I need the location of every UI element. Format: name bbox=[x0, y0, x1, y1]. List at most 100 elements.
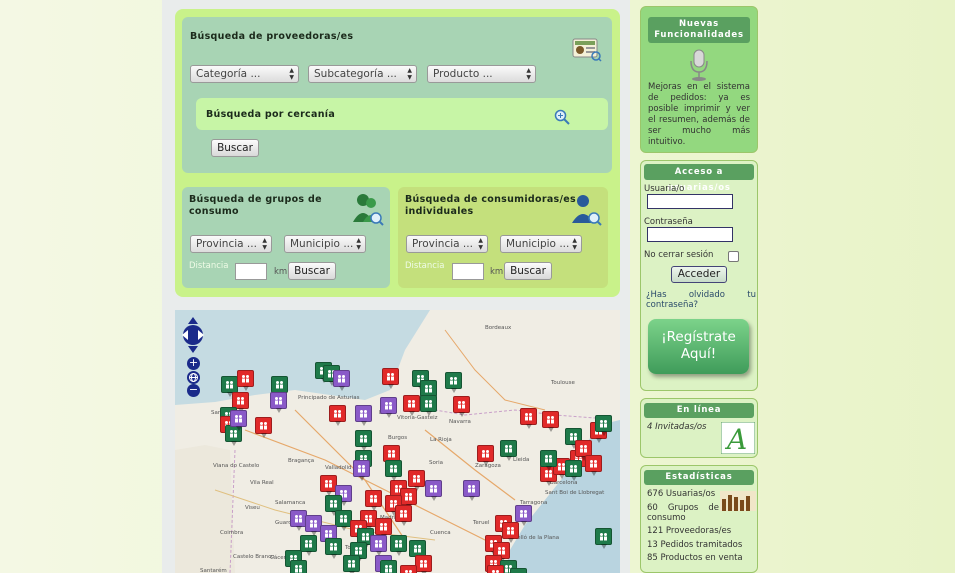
map-marker[interactable] bbox=[502, 522, 519, 543]
map-marker[interactable] bbox=[382, 368, 399, 389]
map-marker[interactable] bbox=[540, 450, 557, 471]
online-text: 4 Invitadas/os bbox=[647, 422, 707, 432]
map-place-label: Principado de Asturias bbox=[298, 395, 360, 401]
map-marker[interactable] bbox=[370, 535, 387, 556]
map-marker[interactable] bbox=[408, 470, 425, 491]
map-place-label: La Rioja bbox=[430, 437, 452, 443]
map-marker[interactable] bbox=[355, 430, 372, 451]
map-marker[interactable] bbox=[395, 505, 412, 526]
map-marker[interactable] bbox=[425, 480, 442, 501]
map-marker[interactable] bbox=[403, 395, 420, 416]
map-place-label: Bordeaux bbox=[485, 325, 512, 331]
map-place-label: Lleida bbox=[513, 457, 530, 463]
map-marker[interactable] bbox=[445, 372, 462, 393]
map-place-label: Santarém bbox=[200, 568, 227, 573]
zoom-search-icon[interactable] bbox=[554, 109, 570, 125]
map-place-label: Coimbra bbox=[220, 530, 244, 536]
stat-groups: 60 Grupos de consumo bbox=[647, 503, 719, 523]
category-select[interactable]: Categoría ... ▲ ▼ bbox=[190, 65, 299, 83]
map-marker[interactable] bbox=[221, 376, 238, 397]
map-marker[interactable] bbox=[380, 560, 397, 573]
groups-search-button[interactable]: Buscar bbox=[288, 262, 336, 280]
stats-chart-icon bbox=[720, 491, 756, 511]
map-marker[interactable] bbox=[380, 397, 397, 418]
map-marker[interactable] bbox=[237, 370, 254, 391]
map-marker[interactable] bbox=[595, 528, 612, 549]
map-marker[interactable] bbox=[271, 376, 288, 397]
map-marker[interactable] bbox=[375, 518, 392, 539]
online-logo-icon: A bbox=[720, 421, 756, 456]
map-marker[interactable] bbox=[325, 538, 342, 559]
providers-search-button[interactable]: Buscar bbox=[211, 139, 259, 157]
map-marker[interactable] bbox=[565, 460, 582, 481]
map-marker[interactable] bbox=[595, 415, 612, 436]
zoom-out-button[interactable]: − bbox=[187, 384, 200, 397]
map-marker[interactable] bbox=[329, 405, 346, 426]
login-button[interactable]: Acceder bbox=[671, 266, 727, 283]
map-marker[interactable] bbox=[415, 555, 432, 573]
zoom-in-button[interactable]: + bbox=[187, 357, 200, 370]
map-marker[interactable] bbox=[400, 488, 417, 509]
product-select[interactable]: Producto ... ▲ ▼ bbox=[427, 65, 536, 83]
map-place-label: Viseu bbox=[245, 505, 260, 511]
map-marker[interactable] bbox=[365, 490, 382, 511]
map-marker[interactable] bbox=[390, 535, 407, 556]
user-search-icon bbox=[570, 193, 602, 226]
map-pan-control[interactable] bbox=[181, 316, 205, 354]
stat-orders: 13 Pedidos tramitados bbox=[647, 540, 743, 550]
map-marker[interactable] bbox=[510, 568, 527, 573]
news-text: Mejoras en el sistema de pedidos: ya es … bbox=[648, 82, 750, 147]
groups-distance-input[interactable] bbox=[235, 263, 267, 280]
map-marker[interactable] bbox=[355, 405, 372, 426]
map-place-label: Cuenca bbox=[430, 530, 451, 536]
remember-checkbox[interactable] bbox=[728, 251, 739, 262]
stat-providers: 121 Proveedoras/es bbox=[647, 526, 732, 536]
map-marker[interactable] bbox=[343, 555, 360, 573]
password-input[interactable] bbox=[647, 227, 733, 242]
providers-icon bbox=[572, 38, 602, 62]
map-marker[interactable] bbox=[520, 408, 537, 429]
map-marker[interactable] bbox=[385, 460, 402, 481]
consumers-municipality-select[interactable]: Municipio ... ▲ ▼ bbox=[500, 235, 582, 253]
forgot-password-link[interactable]: ¿Has olvidado tu contraseña? bbox=[646, 290, 756, 310]
user-label: Usuaria/o bbox=[644, 184, 685, 194]
map-marker[interactable] bbox=[515, 505, 532, 526]
svg-text:A: A bbox=[724, 423, 747, 454]
nearby-title: Búsqueda por cercanía bbox=[206, 109, 336, 120]
consumers-province-select[interactable]: Provincia ... ▲ ▼ bbox=[406, 235, 488, 253]
map-place-label: Soria bbox=[429, 460, 444, 466]
username-input[interactable] bbox=[647, 194, 733, 209]
map-marker[interactable] bbox=[255, 417, 272, 438]
consumers-distance-input[interactable] bbox=[452, 263, 484, 280]
groups-province-select[interactable]: Provincia ... ▲ ▼ bbox=[190, 235, 272, 253]
password-label: Contraseña bbox=[644, 217, 693, 227]
stat-products: 85 Productos en venta bbox=[647, 553, 743, 563]
map-place-label: Burgos bbox=[388, 435, 408, 441]
map-marker[interactable] bbox=[453, 396, 470, 417]
map-marker[interactable] bbox=[542, 411, 559, 432]
map-marker[interactable] bbox=[333, 370, 350, 391]
register-button[interactable]: ¡Regístrate Aquí! bbox=[648, 319, 749, 374]
map[interactable]: BordeauxToulouseSantanderBilbaoVitoria-G… bbox=[175, 310, 620, 573]
map-marker[interactable] bbox=[400, 565, 417, 573]
map-marker[interactable] bbox=[585, 455, 602, 476]
stats-title: Estadísticas bbox=[644, 470, 754, 485]
map-marker[interactable] bbox=[353, 460, 370, 481]
map-marker[interactable] bbox=[230, 410, 247, 431]
groups-title: Búsqueda de grupos de consumo bbox=[189, 194, 322, 217]
groups-municipality-select[interactable]: Municipio ... ▲ ▼ bbox=[284, 235, 366, 253]
map-marker[interactable] bbox=[487, 565, 504, 573]
map-marker[interactable] bbox=[420, 395, 437, 416]
subcategory-select[interactable]: Subcategoría ... ▲ ▼ bbox=[308, 65, 417, 83]
groups-distance-label: Distancia bbox=[189, 261, 229, 271]
map-marker[interactable] bbox=[463, 480, 480, 501]
consumers-distance-label: Distancia bbox=[405, 261, 445, 271]
map-marker[interactable] bbox=[290, 560, 307, 573]
map-marker[interactable] bbox=[300, 535, 317, 556]
map-marker[interactable] bbox=[477, 445, 494, 466]
map-marker[interactable] bbox=[500, 440, 517, 461]
consumers-search-button[interactable]: Buscar bbox=[504, 262, 552, 280]
map-place-label: Castelo Branco bbox=[233, 554, 275, 560]
map-place-label: Salamanca bbox=[275, 500, 306, 506]
map-marker[interactable] bbox=[270, 392, 287, 413]
